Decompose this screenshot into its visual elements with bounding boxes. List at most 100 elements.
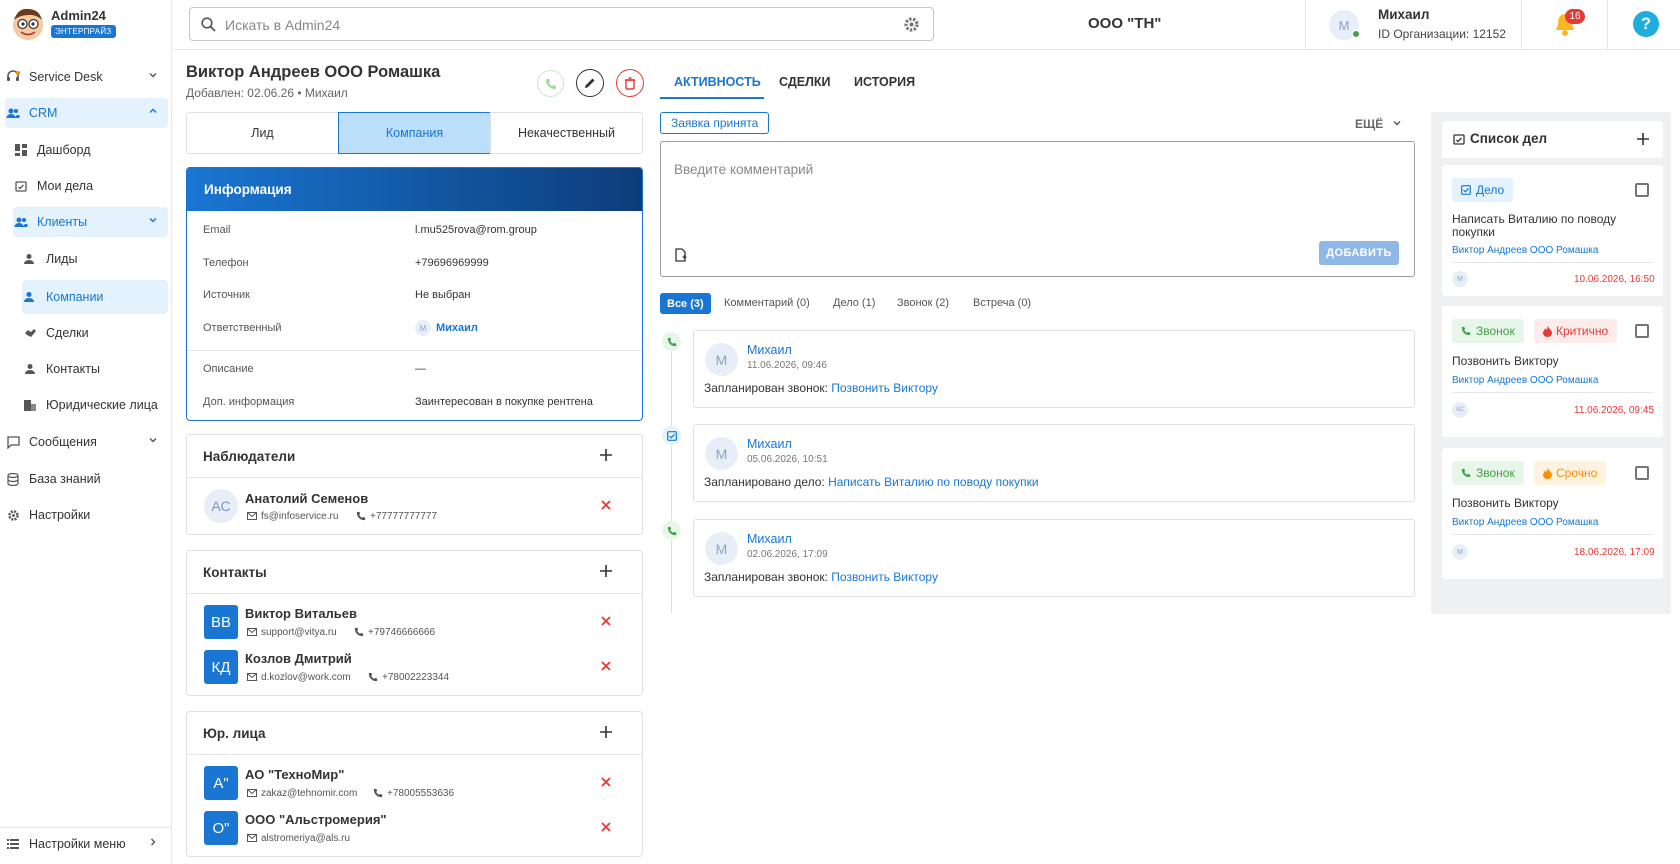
gear-icon[interactable] <box>903 16 920 33</box>
tag-label: Критично <box>1556 324 1609 338</box>
remove-contact-button[interactable] <box>600 615 612 627</box>
legal-entity-phone[interactable]: +78005553636 <box>387 788 454 799</box>
avatar-initials: АС <box>1455 407 1465 413</box>
filter-calls[interactable]: Звонок (2) <box>897 297 949 309</box>
feed-link[interactable]: Позвонить Виктору <box>831 381 938 395</box>
avatar: М <box>705 437 738 470</box>
sidebar-item-leads[interactable]: Лиды <box>22 244 168 274</box>
phone-icon <box>356 511 366 521</box>
divider <box>187 593 642 594</box>
sidebar-item-crm[interactable]: CRM <box>5 98 168 128</box>
filter-comments[interactable]: Комментарий (0) <box>724 297 810 309</box>
contact-email[interactable]: d.kozlov@work.com <box>261 672 351 683</box>
phone-icon <box>354 627 364 637</box>
divider <box>1452 392 1653 393</box>
remove-legal-entity-button[interactable] <box>600 776 612 788</box>
feed-link[interactable]: Написать Виталию по поводу покупки <box>828 475 1039 489</box>
todo-card[interactable]: Звонок Критично Позвонить Виктору Виктор… <box>1442 306 1663 437</box>
contact-name[interactable]: Козлов Дмитрий <box>245 651 352 666</box>
menu-settings-button[interactable]: Настройки меню <box>5 829 168 859</box>
filter-tasks[interactable]: Дело (1) <box>833 297 875 309</box>
sidebar-item-deals[interactable]: Сделки <box>22 318 168 348</box>
feed-link[interactable]: Позвонить Виктору <box>831 570 938 584</box>
divider <box>187 477 642 478</box>
todo-item-title[interactable]: Позвонить Виктору <box>1452 496 1559 510</box>
contact-name[interactable]: Виктор Витальев <box>245 606 357 621</box>
segment-lead[interactable]: Лид <box>186 112 339 154</box>
info-value-email[interactable]: l.mu525rova@rom.group <box>415 224 537 236</box>
sidebar-item-contacts[interactable]: Контакты <box>22 354 168 384</box>
filter-all[interactable]: Все (3) <box>660 293 711 314</box>
call-button[interactable] <box>537 70 564 97</box>
info-value-responsible[interactable]: Михаил <box>436 322 478 334</box>
todo-card[interactable]: Дело Написать Виталию по поводу покупки … <box>1442 165 1663 296</box>
sidebar-item-companies[interactable]: Компании <box>22 280 168 314</box>
filter-meetings[interactable]: Встреча (0) <box>973 297 1031 309</box>
delete-button[interactable] <box>616 69 644 97</box>
search-input[interactable]: Искать в Admin24 <box>225 17 340 33</box>
sidebar-item-messages[interactable]: Сообщения <box>5 427 168 457</box>
segment-company[interactable]: Компания <box>338 112 491 154</box>
contact-phone[interactable]: +78002223344 <box>382 672 449 683</box>
info-value-phone[interactable]: +79696969999 <box>415 257 489 269</box>
add-comment-button[interactable]: ДОБАВИТЬ <box>1319 241 1399 265</box>
contact-phone[interactable]: +79746666666 <box>368 627 435 638</box>
todo-card[interactable]: Звонок Срочно Позвонить Виктору Виктор А… <box>1442 448 1663 579</box>
todo-checkbox[interactable] <box>1635 183 1649 197</box>
sidebar-item-settings[interactable]: Настройки <box>5 500 168 530</box>
tag-label: Дело <box>1476 183 1505 197</box>
remove-legal-entity-button[interactable] <box>600 821 612 833</box>
sidebar-item-knowledge-base[interactable]: База знаний <box>5 464 168 494</box>
chevron-down-icon[interactable] <box>1392 118 1402 128</box>
divider <box>187 350 642 351</box>
sidebar-item-dashboard[interactable]: Дашборд <box>13 135 168 165</box>
legal-entity-name[interactable]: АО "ТехноМир" <box>245 767 344 782</box>
remove-contact-button[interactable] <box>600 660 612 672</box>
help-icon[interactable]: ? <box>1633 11 1659 37</box>
divider <box>1305 0 1306 50</box>
info-label-phone: Телефон <box>203 257 249 269</box>
legal-entity-name[interactable]: ООО "Альстромерия" <box>245 812 387 827</box>
feed-author[interactable]: Михаил <box>747 343 792 357</box>
add-observer-button[interactable] <box>599 448 613 462</box>
attach-file-icon[interactable] <box>675 248 687 262</box>
sidebar-item-service-desk[interactable]: Service Desk <box>5 62 168 92</box>
status-badge[interactable]: Заявка принята <box>660 112 770 134</box>
add-todo-button[interactable] <box>1636 132 1650 146</box>
contact-email[interactable]: support@vitya.ru <box>261 627 337 638</box>
legal-entity-email[interactable]: alstromeriya@als.ru <box>261 833 350 844</box>
sidebar-item-clients[interactable]: Клиенты <box>13 207 168 237</box>
todo-checkbox[interactable] <box>1635 466 1649 480</box>
todo-item-client[interactable]: Виктор Андреев ООО Ромашка <box>1452 245 1598 256</box>
more-button[interactable]: ЕЩЁ <box>1355 117 1383 131</box>
todo-checkbox[interactable] <box>1635 324 1649 338</box>
legal-entity-email[interactable]: zakaz@tehnomir.com <box>261 788 357 799</box>
feed-author[interactable]: Михаил <box>747 532 792 546</box>
todo-item-title[interactable]: Написать Виталию по поводу покупки <box>1452 213 1642 239</box>
todo-item-client[interactable]: Виктор Андреев ООО Ромашка <box>1452 375 1598 386</box>
add-contact-button[interactable] <box>599 564 613 578</box>
comment-box[interactable]: Введите комментарий ДОБАВИТЬ <box>660 141 1415 277</box>
edit-button[interactable] <box>576 69 604 97</box>
tab-history[interactable]: ИСТОРИЯ <box>854 75 915 89</box>
feed-author[interactable]: Михаил <box>747 437 792 451</box>
observer-name[interactable]: Анатолий Семенов <box>245 491 368 506</box>
sidebar-item-my-tasks[interactable]: Мои дела <box>13 171 168 201</box>
info-value-source: Не выбран <box>415 289 471 301</box>
segment-unqualified[interactable]: Некачественный <box>490 112 643 154</box>
observer-email[interactable]: fs@infoservice.ru <box>261 511 338 522</box>
todo-item-client[interactable]: Виктор Андреев ООО Ромашка <box>1452 517 1598 528</box>
todo-item-title[interactable]: Позвонить Виктору <box>1452 354 1559 368</box>
search-bar[interactable]: Искать в Admin24 <box>189 7 934 41</box>
observer-phone[interactable]: +77777777777 <box>370 511 437 522</box>
tab-deals[interactable]: СДЕЛКИ <box>779 75 831 89</box>
chat-icon <box>5 434 21 450</box>
add-legal-entity-button[interactable] <box>599 725 613 739</box>
remove-observer-button[interactable] <box>600 499 612 511</box>
comment-input[interactable]: Введите комментарий <box>674 162 813 177</box>
tab-activity[interactable]: АКТИВНОСТЬ <box>674 75 761 89</box>
feed-item: М Михаил 11.06.2026, 09:46 Запланирован … <box>693 330 1415 408</box>
sidebar-item-legal-entities[interactable]: Юридические лица <box>22 390 168 420</box>
avatar-initial: М <box>1338 17 1350 33</box>
tag-call: Звонок <box>1452 461 1524 485</box>
